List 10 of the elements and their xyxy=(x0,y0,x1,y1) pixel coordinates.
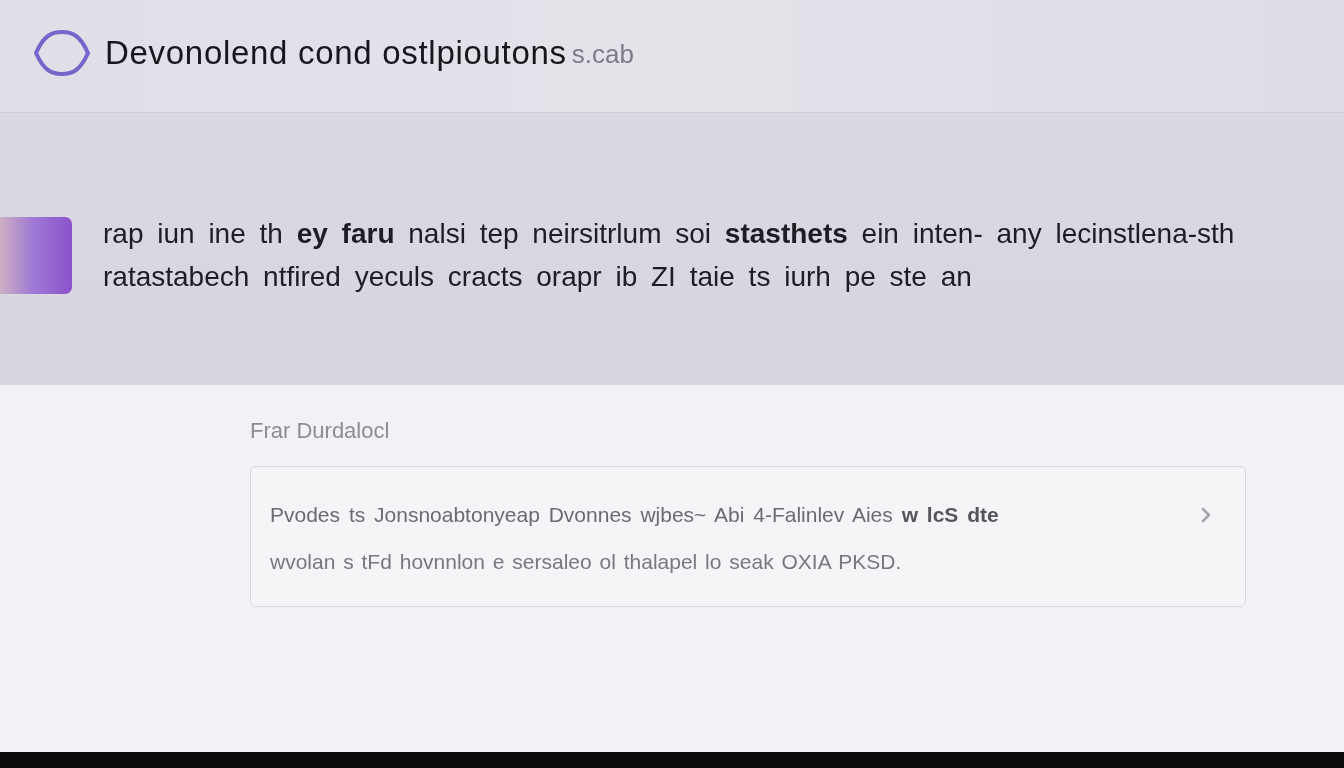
ring-logo-icon xyxy=(34,30,90,76)
banner-text: rap iun ine th ey faru nalsi tep neirsitrlum soi stasthets ein inten- any lecinstlena-sth ratastabech ntfired yeculs cracts orapr ib ZI taie ts iurh pe ste an xyxy=(103,217,1236,294)
page-title: Devonolend cond ostlpioutons xyxy=(105,34,567,72)
card-title: Pvodes ts Jonsnoabtonyeap Dvonnes wjbes~ Abi 4-Falinlev Aies w lcS dte xyxy=(270,502,999,528)
page-subtitle: s.cab xyxy=(571,38,634,70)
tile-icon xyxy=(0,216,72,294)
card-detail: wvolan s tFd hovnnlon e sersaleo ol thalapel lo seak OXIA PKSD. xyxy=(270,549,903,575)
chevron-right-icon xyxy=(1201,507,1211,523)
option-card[interactable]: Pvodes ts Jonsnoabtonyeap Dvonnes wjbes~ Abi 4-Falinlev Aies w lcS dte wvolan s tFd hovnnlon e sersaleo ol thalapel lo seak OXIA PKSD. xyxy=(250,466,1246,607)
section-label: Frar Durdalocl xyxy=(250,417,390,445)
